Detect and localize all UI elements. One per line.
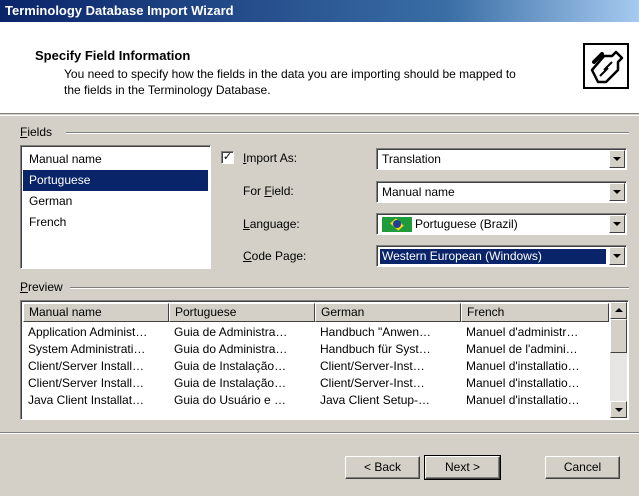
- table-cell: Guia de Administra…: [174, 325, 288, 339]
- table-cell: Client/Server-Inst…: [320, 376, 425, 390]
- list-item[interactable]: French: [23, 212, 208, 233]
- table-cell: Guia do Administra…: [174, 342, 288, 356]
- table-cell: Manuel d'installatio…: [466, 376, 580, 390]
- column-header[interactable]: Manual name: [23, 303, 169, 322]
- preview-scrollbar[interactable]: [610, 302, 627, 418]
- fields-group-label: Fields: [20, 125, 57, 139]
- table-cell: Application Administ…: [28, 325, 148, 339]
- code-page-value: Western European (Windows): [379, 248, 607, 265]
- code-page-dropdown-button[interactable]: [609, 247, 625, 265]
- header-description: You need to specify how the fields in th…: [64, 67, 516, 97]
- scroll-down-button[interactable]: [610, 401, 627, 418]
- table-row: Java Client Installat… Guia do Usuário e…: [23, 392, 609, 409]
- next-button[interactable]: Next >: [424, 455, 501, 480]
- footer-divider: [0, 432, 639, 434]
- table-cell: Client/Server Install…: [28, 376, 145, 390]
- table-cell: Java Client Setup-…: [320, 393, 431, 407]
- preview-group-label: Preview: [20, 280, 67, 294]
- table-row: Client/Server Install… Guia de Instalaçã…: [23, 358, 609, 375]
- preview-rows: Application Administ… Guia de Administra…: [23, 324, 609, 409]
- list-item[interactable]: German: [23, 191, 208, 212]
- import-as-dropdown-button[interactable]: [609, 150, 625, 168]
- table-cell: Guia do Usuário e …: [174, 393, 287, 407]
- code-page-label: Code Page:: [243, 249, 307, 263]
- preview-group-line: [70, 287, 629, 289]
- arrow-up-icon: [615, 308, 623, 312]
- import-as-combo[interactable]: Translation: [376, 148, 627, 170]
- cancel-button[interactable]: Cancel: [545, 456, 620, 479]
- window-title-bar: Terminology Database Import Wizard: [0, 0, 639, 22]
- scroll-thumb[interactable]: [610, 319, 627, 353]
- table-cell: Client/Server-Inst…: [320, 359, 425, 373]
- table-cell: Java Client Installat…: [28, 393, 145, 407]
- language-combo[interactable]: Portuguese (Brazil): [376, 213, 627, 235]
- table-row: System Administrati… Guia do Administra……: [23, 341, 609, 358]
- code-page-combo[interactable]: Western European (Windows): [376, 245, 627, 267]
- table-cell: Manuel de l'admini…: [466, 342, 578, 356]
- column-header[interactable]: German: [315, 303, 461, 322]
- table-cell: Handbuch "Anwen…: [320, 325, 431, 339]
- table-row: Client/Server Install… Guia de Instalaçã…: [23, 375, 609, 392]
- chevron-down-icon: [613, 222, 621, 226]
- column-header[interactable]: French: [461, 303, 609, 322]
- table-cell: System Administrati…: [28, 342, 146, 356]
- table-cell: Manuel d'administr…: [466, 325, 579, 339]
- fields-listbox[interactable]: Manual name Portuguese German French: [20, 145, 211, 269]
- language-dropdown-button[interactable]: [609, 215, 625, 233]
- chevron-down-icon: [613, 157, 621, 161]
- wizard-header: Specify Field Information You need to sp…: [0, 22, 639, 114]
- list-item[interactable]: Manual name: [23, 149, 208, 170]
- wizard-tools-icon: [583, 43, 629, 89]
- header-divider: [0, 115, 639, 116]
- language-value: Portuguese (Brazil): [415, 217, 518, 231]
- for-field-value: Manual name: [382, 185, 455, 199]
- chevron-down-icon: [613, 190, 621, 194]
- window-title: Terminology Database Import Wizard: [5, 3, 234, 18]
- table-cell: Manuel d'installatio…: [466, 359, 580, 373]
- for-field-dropdown-button[interactable]: [609, 183, 625, 201]
- for-field-combo[interactable]: Manual name: [376, 181, 627, 203]
- header-title: Specify Field Information: [35, 48, 191, 63]
- import-as-value: Translation: [382, 152, 441, 166]
- list-item[interactable]: Portuguese: [23, 170, 208, 191]
- table-cell: Client/Server Install…: [28, 359, 145, 373]
- table-cell: Guia de Instalação…: [174, 359, 287, 373]
- table-row: Application Administ… Guia de Administra…: [23, 324, 609, 341]
- import-as-label[interactable]: Import As:: [243, 151, 297, 165]
- language-label: Language:: [243, 217, 300, 231]
- for-field-label: For Field:: [243, 184, 294, 198]
- table-cell: Handbuch für Syst…: [320, 342, 431, 356]
- brazil-flag-icon: [382, 217, 412, 233]
- table-cell: Manuel d'installatio…: [466, 393, 580, 407]
- back-button[interactable]: < Back: [345, 456, 420, 479]
- fields-group-line: [66, 132, 629, 134]
- import-as-checkbox[interactable]: ✓: [221, 151, 234, 164]
- arrow-down-icon: [615, 408, 623, 412]
- preview-grid[interactable]: Manual name Portuguese German French App…: [20, 300, 629, 420]
- chevron-down-icon: [613, 254, 621, 258]
- column-header[interactable]: Portuguese: [169, 303, 315, 322]
- table-cell: Guia de Instalação…: [174, 376, 287, 390]
- language-value-wrap: Portuguese (Brazil): [380, 217, 520, 233]
- preview-header: Manual name Portuguese German French: [23, 303, 609, 322]
- scroll-up-button[interactable]: [610, 302, 627, 319]
